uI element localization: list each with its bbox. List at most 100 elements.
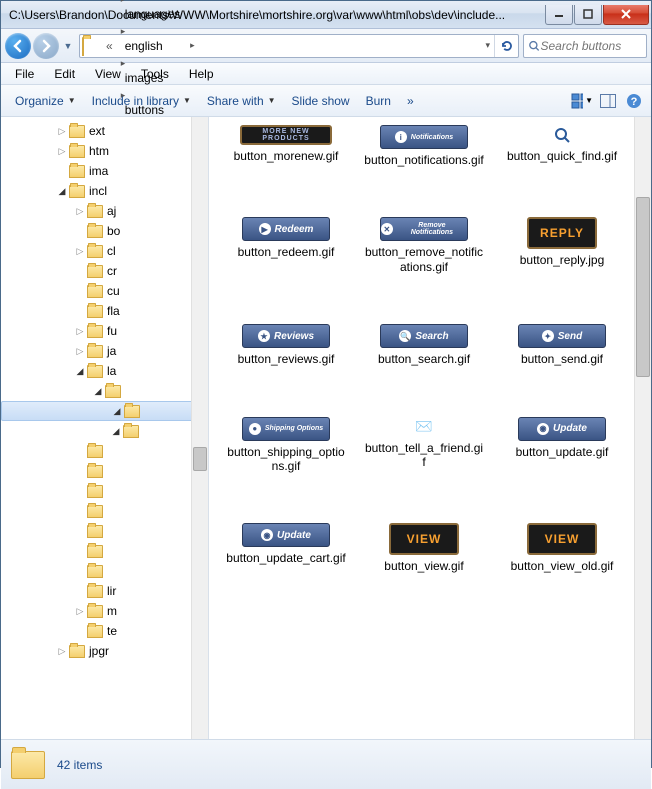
collapse-icon[interactable]: ◢ [55,186,69,197]
content-scrollbar[interactable] [634,117,651,739]
file-item[interactable]: ▶Redeembutton_redeem.gif [221,217,351,274]
tree-item[interactable] [1,521,208,541]
tree-item[interactable]: ▷ fu [1,321,208,341]
tree-item[interactable]: ◢ [1,401,208,421]
menu-edit[interactable]: Edit [44,65,85,83]
tree-item[interactable] [1,501,208,521]
file-item[interactable]: 🔍Searchbutton_search.gif [359,324,489,366]
tree-item[interactable]: ▷jpgr [1,641,208,661]
file-item[interactable]: ★Reviewsbutton_reviews.gif [221,324,351,366]
menu-file[interactable]: File [5,65,44,83]
tree-item[interactable]: ▷ja [1,341,208,361]
expand-icon[interactable]: ▷ [73,346,87,357]
slide-show-button[interactable]: Slide show [284,90,358,112]
expand-icon[interactable]: ▷ [73,326,87,337]
file-item[interactable]: VIEWbutton_view.gif [359,523,489,573]
collapse-icon[interactable]: ◢ [91,386,105,397]
expand-icon[interactable]: ▷ [73,206,87,217]
folder-icon [80,38,96,54]
collapse-icon[interactable]: ◢ [109,426,123,437]
file-item[interactable]: VIEWbutton_view_old.gif [497,523,627,573]
file-item[interactable]: ●Shipping Optionsbutton_shipping_options… [221,417,351,474]
help-button[interactable]: ? [623,90,645,112]
tree-item-label: fu [107,324,117,338]
folder-icon [105,385,121,398]
menu-tools[interactable]: Tools [131,65,179,83]
file-item[interactable]: MORE NEW PRODUCTSbutton_morenew.gif [221,125,351,167]
tree-item[interactable] [1,481,208,501]
tree-item[interactable] [1,461,208,481]
file-item[interactable]: ◉Updatebutton_update.gif [497,417,627,474]
file-name-label: button_view.gif [384,559,463,573]
file-item[interactable]: ✉️button_tell_a_friend.gif [359,417,489,474]
tree-item[interactable]: ◢ [1,421,208,441]
tree-item[interactable]: ▷aj [1,201,208,221]
collapse-icon[interactable]: ◢ [110,406,124,417]
scrollbar-thumb[interactable] [636,197,650,377]
forward-button[interactable] [33,33,59,59]
file-thumbnail: VIEW [527,523,597,555]
tree-scrollbar[interactable] [191,117,208,739]
tree-item[interactable]: cu [1,281,208,301]
tree-item[interactable]: cr [1,261,208,281]
tree-item[interactable]: ▷htm [1,141,208,161]
tree-item[interactable]: lir [1,581,208,601]
close-button[interactable] [603,5,649,25]
tree-item[interactable]: ◢la [1,361,208,381]
back-button[interactable] [5,33,31,59]
folder-icon [87,245,103,258]
maximize-button[interactable] [574,5,602,25]
chevron-right-icon[interactable]: ▸ [186,40,199,51]
file-item[interactable]: ✦Sendbutton_send.gif [497,324,627,366]
expand-icon[interactable]: ▷ [55,146,69,157]
expand-icon[interactable]: ▷ [73,246,87,257]
organize-menu[interactable]: Organize▼ [7,90,84,112]
toolbar-overflow[interactable]: » [399,90,422,112]
tree-item[interactable]: ▷cl [1,241,208,261]
search-input[interactable] [540,39,642,53]
tree-item[interactable]: ▷m [1,601,208,621]
tree-item[interactable] [1,541,208,561]
tree-item[interactable] [1,561,208,581]
tree-item[interactable]: fla [1,301,208,321]
minimize-button[interactable] [545,5,573,25]
burn-button[interactable]: Burn [358,90,399,112]
menu-view[interactable]: View [85,65,131,83]
menu-help[interactable]: Help [179,65,224,83]
file-item[interactable]: button_quick_find.gif [497,125,627,167]
tree-item[interactable]: bo [1,221,208,241]
address-bar[interactable]: « includes▸languages▸english▸images▸butt… [79,34,519,58]
tree-item[interactable]: te [1,621,208,641]
file-item[interactable]: ✕Remove Notificationsbutton_remove_notif… [359,217,489,274]
tree-item[interactable]: ◢ [1,381,208,401]
scrollbar-thumb[interactable] [193,447,207,471]
view-options-button[interactable]: ▼ [571,90,593,112]
breadcrumb-overflow[interactable]: « [100,39,117,53]
search-box[interactable] [523,34,647,58]
collapse-icon[interactable]: ◢ [73,366,87,377]
navigation-tree[interactable]: ▷ext▷htmima◢incl▷ajbo▷clcrcufla ▷ fu ▷ja◢la… [1,117,209,739]
tree-item[interactable] [1,441,208,461]
file-list-pane[interactable]: MORE NEW PRODUCTSbutton_morenew.gifiNoti… [209,117,651,739]
refresh-button[interactable] [494,35,518,57]
tree-item[interactable]: ◢incl [1,181,208,201]
share-with-menu[interactable]: Share with▼ [199,90,284,112]
expand-icon[interactable]: ▷ [55,646,69,657]
tree-item[interactable]: ▷ext [1,121,208,141]
history-dropdown[interactable]: ▼ [61,34,75,58]
folder-icon [69,645,85,658]
include-in-library-menu[interactable]: Include in library▼ [84,90,199,112]
file-item[interactable]: ◉Updatebutton_update_cart.gif [221,523,351,573]
expand-icon[interactable]: ▷ [73,606,87,617]
file-item[interactable]: REPLYbutton_reply.jpg [497,217,627,274]
chevron-right-icon[interactable]: ▸ [117,0,130,4]
expand-icon[interactable]: ▷ [55,126,69,137]
address-dropdown[interactable]: ▾ [481,40,494,51]
chevron-right-icon[interactable]: ▸ [117,26,130,36]
breadcrumb-segment[interactable]: english [117,39,186,53]
file-name-label: button_remove_notifications.gif [364,245,484,274]
file-item[interactable]: iNotificationsbutton_notifications.gif [359,125,489,167]
breadcrumb-segment[interactable]: languages [117,7,186,21]
preview-pane-button[interactable] [597,90,619,112]
tree-item[interactable]: ima [1,161,208,181]
